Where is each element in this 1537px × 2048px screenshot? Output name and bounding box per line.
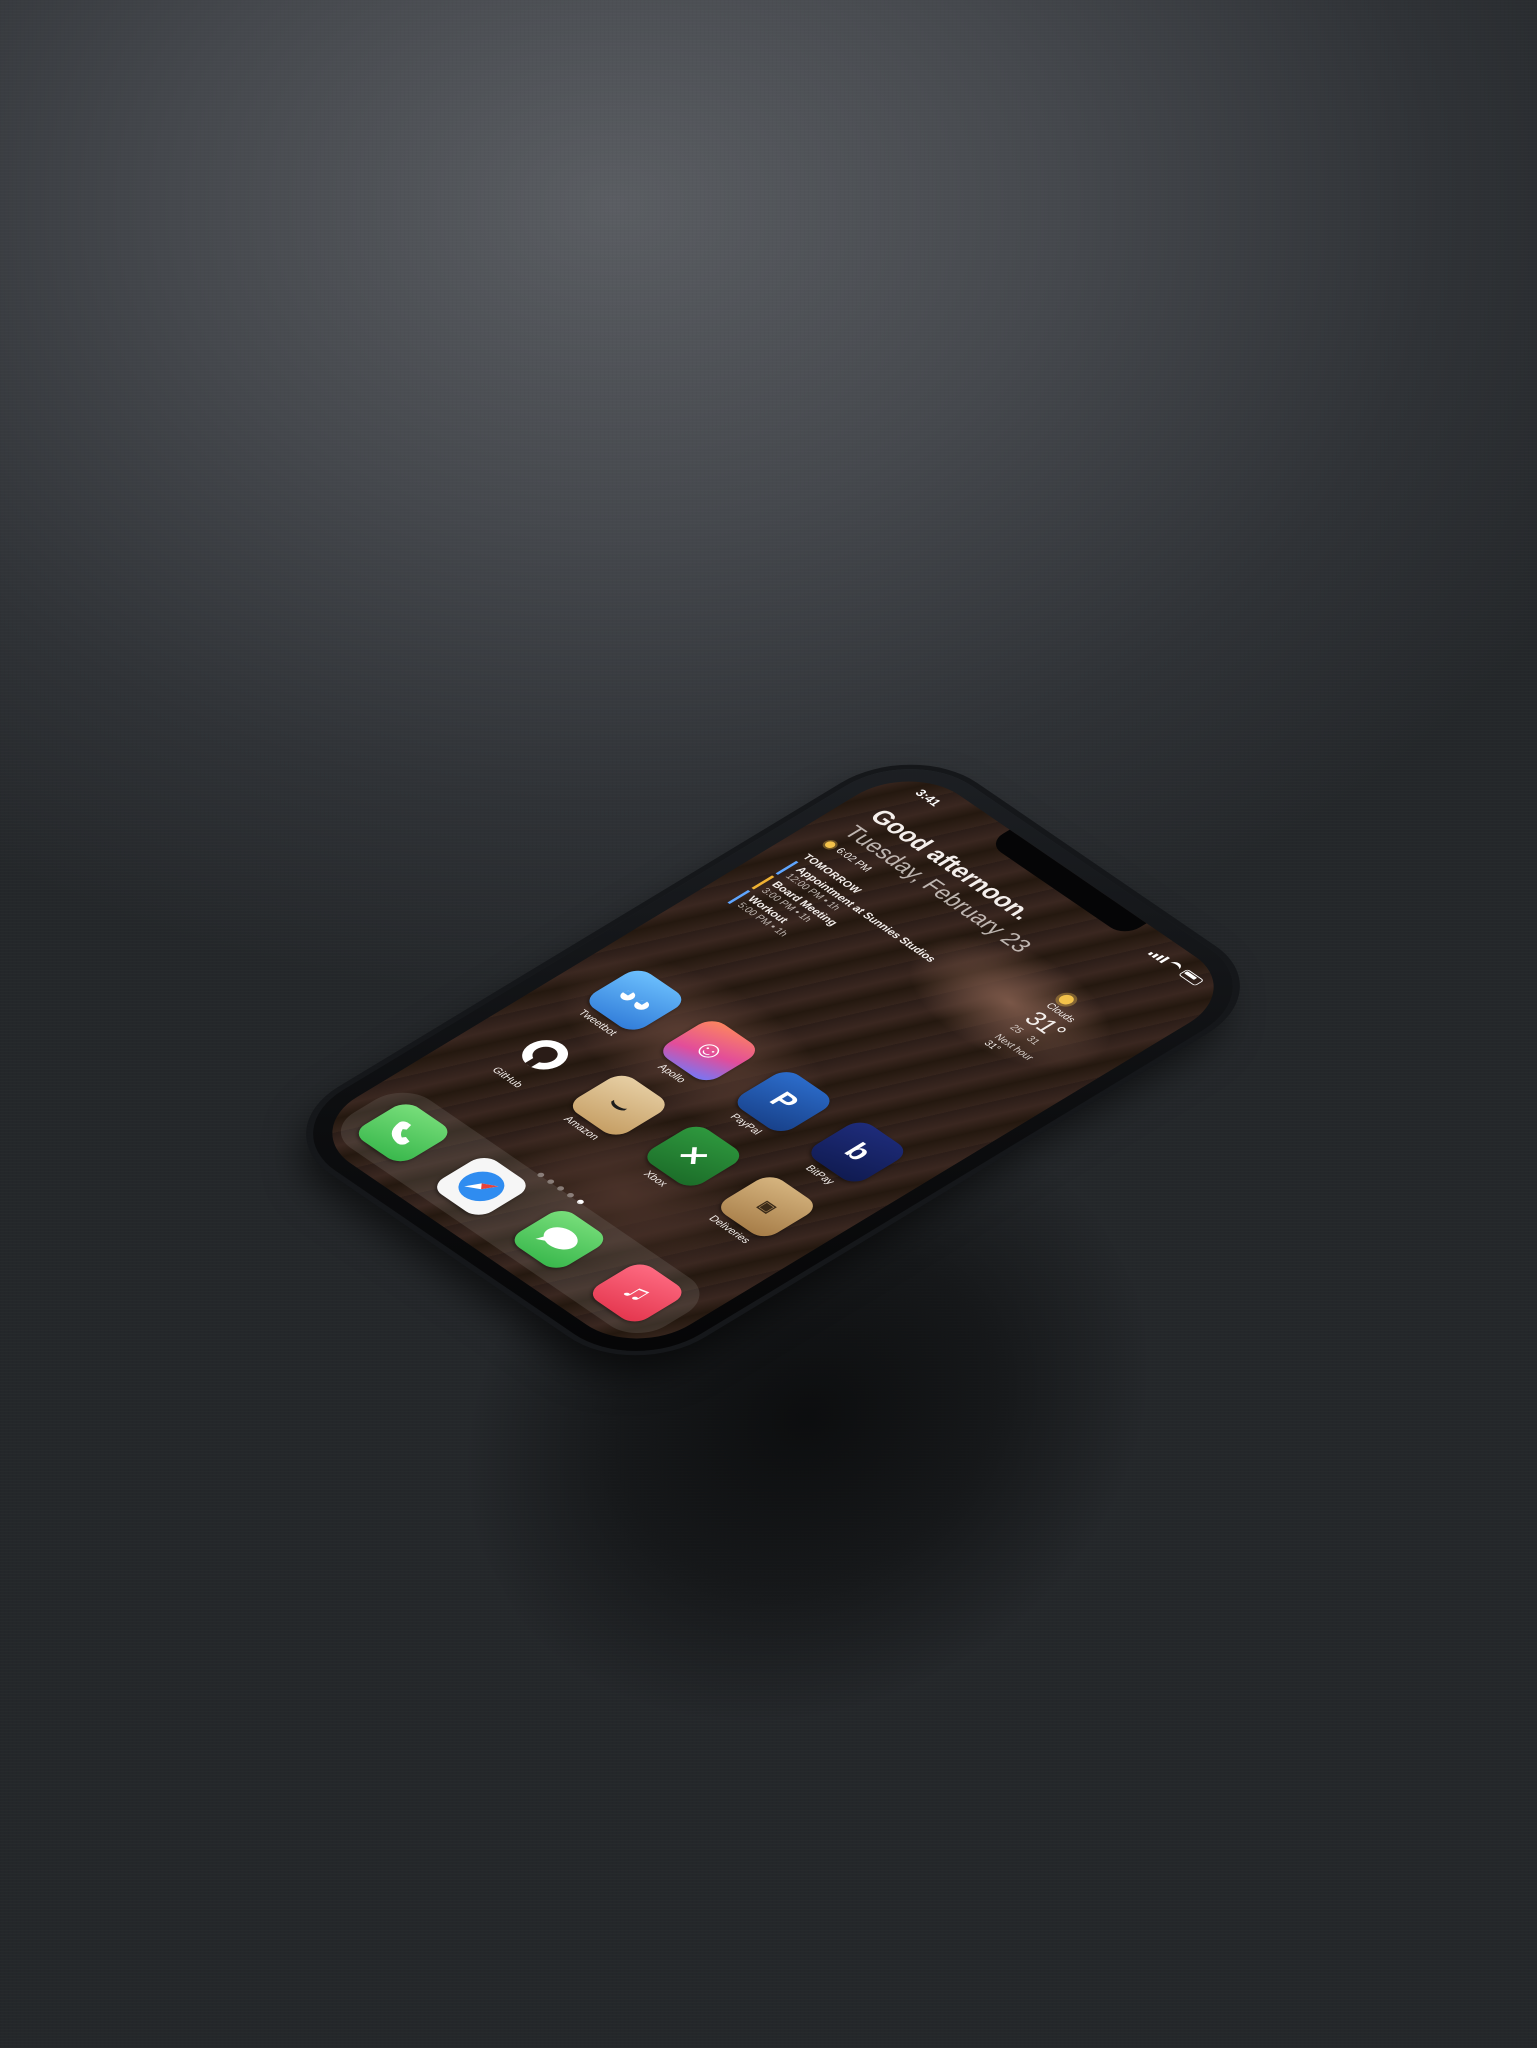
messages-glyph — [535, 1227, 578, 1250]
github-glyph — [521, 1039, 568, 1070]
sunset-icon — [823, 839, 838, 850]
battery-icon — [1178, 969, 1205, 987]
safari-glyph — [458, 1171, 505, 1201]
status-icons — [1146, 947, 1206, 987]
phone-glyph — [391, 1121, 412, 1145]
music-icon[interactable]: ♫ — [585, 1259, 689, 1327]
wifi-icon — [1165, 960, 1184, 973]
cellular-signal-icon — [1148, 948, 1171, 964]
iphone-device: 3:41 Good afternoon. Tuesday, February 2… — [276, 745, 1270, 1375]
weather-widget[interactable]: Clouds 31° 25 31 Next hour 31° — [981, 992, 1128, 1087]
phone-wrapper: 3:41 Good afternoon. Tuesday, February 2… — [276, 650, 1270, 1390]
status-time: 3:41 — [911, 787, 945, 809]
safari-icon[interactable] — [429, 1152, 534, 1220]
phone-icon[interactable] — [351, 1099, 456, 1167]
greeting-widget[interactable]: Good afternoon. Tuesday, February 23 6:0… — [724, 805, 1087, 1040]
messages-icon[interactable] — [507, 1206, 611, 1273]
photo-scene: 3:41 Good afternoon. Tuesday, February 2… — [0, 0, 1537, 2048]
home-screen[interactable]: 3:41 Good afternoon. Tuesday, February 2… — [302, 762, 1244, 1358]
